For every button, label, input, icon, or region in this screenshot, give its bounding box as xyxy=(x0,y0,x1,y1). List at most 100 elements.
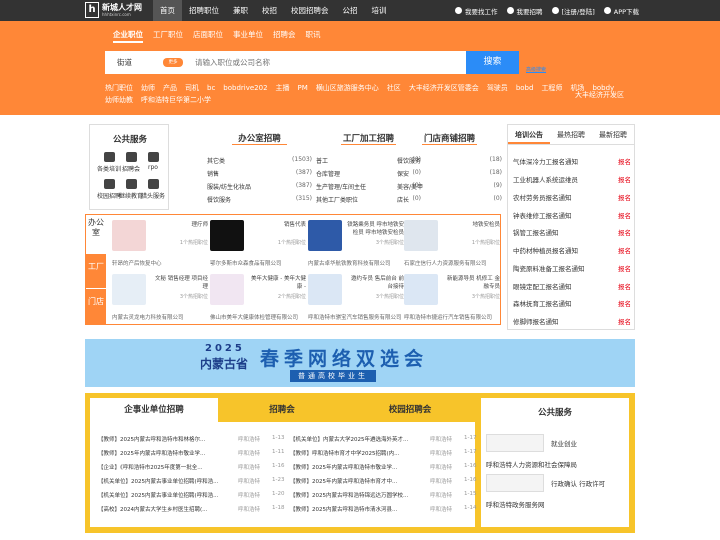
hr-bureau-logo[interactable] xyxy=(486,434,544,452)
location-select[interactable]: 街道 xyxy=(117,51,132,74)
employment-link[interactable]: 就业创业 xyxy=(551,438,577,448)
hot-keyword[interactable]: 社区 xyxy=(387,82,401,94)
hot-keyword[interactable]: bc xyxy=(207,82,215,94)
nav-public[interactable]: 公招 xyxy=(336,0,365,21)
hot-keyword[interactable]: 呼和浩特巨华第二小学 xyxy=(141,94,211,106)
list-item[interactable]: 【教师】2025年内蒙古呼和浩特市敬业学... 呼和浩特 1-11 xyxy=(98,449,288,457)
app-download-link[interactable]: APP下载 xyxy=(603,6,639,16)
advanced-search-link[interactable]: 高级搜索 xyxy=(526,66,546,73)
side-tab-office[interactable]: 办公室 xyxy=(86,215,106,253)
banner-region: 内蒙古省 xyxy=(200,357,249,371)
hot-keyword[interactable]: 横山区旅游服务中心 xyxy=(316,82,379,94)
list-item[interactable]: 【机关单位】内蒙古大学2025年遴选海外英才... 呼和浩特 1-17 xyxy=(290,435,480,443)
gov-service-link[interactable]: 呼和浩特政务服务网 xyxy=(486,499,545,509)
list-item[interactable]: 工业机器人系统运维员 报名 xyxy=(513,174,631,184)
list-item[interactable]: 餐饮服务 (18) xyxy=(397,156,502,165)
tab-public-units[interactable]: 事业单位 xyxy=(233,29,263,43)
hot-keyword[interactable]: 主播 xyxy=(276,82,290,94)
list-item[interactable]: 【教师】2025内蒙古呼和浩特市和林格尔... 呼和浩特 1-13 xyxy=(98,435,288,443)
tab-campus-fairs[interactable]: 校园招聘会 xyxy=(346,398,474,422)
hot-keyword[interactable]: 幼师幼教 xyxy=(105,94,133,106)
side-tab-factory[interactable]: 工厂 xyxy=(86,254,106,288)
gov-service-logo[interactable] xyxy=(486,474,544,492)
list-item[interactable]: 森林抚育工报名通知 报名 xyxy=(513,298,631,308)
list-item[interactable]: 陶瓷原料准备工报名通知 报名 xyxy=(513,263,631,273)
site-logo[interactable]: h 新城人才网 hhhtxinrc.com xyxy=(85,2,153,19)
find-job-link[interactable]: 我要找工作 xyxy=(455,6,498,16)
hot-keyword[interactable]: 产品 xyxy=(163,82,177,94)
employer-card[interactable]: 邀约专员 售后前台 前台接待 3个热招职位 呼和浩特市骐宝汽车销售服务有限公司 xyxy=(306,271,404,323)
hot-keyword[interactable]: 大丰经济开发区管委会 xyxy=(409,82,479,94)
list-item[interactable]: 【高校】2024内蒙古大学生乡村医生招聘(... 呼和浩特 1-18 xyxy=(98,505,288,513)
tab-fairs[interactable]: 招聘会 xyxy=(218,398,346,422)
nav-training[interactable]: 培训 xyxy=(365,0,394,21)
list-item[interactable]: 【企业】《呼和浩特市2025年度第一批全... 呼和浩特 1-16 xyxy=(98,463,288,471)
list-item[interactable]: 农村劳务员报名通知 报名 xyxy=(513,192,631,202)
recruit-link[interactable]: 我要招聘 xyxy=(506,6,543,16)
hot-keyword[interactable]: 司机 xyxy=(185,82,199,94)
featured-employers: 办公室 工厂 门店 理疗师 1个热招职位 轩昂的产后恢复中心 销售代表 1个热招… xyxy=(85,214,501,325)
list-item[interactable]: 【教师】2025内蒙古呼和浩特锦远达万圆学校... 呼和浩特 1-15 xyxy=(290,491,480,499)
list-item[interactable]: 【教师】2025年内蒙古呼和浩特市敬业学... 呼和浩特 1-16 xyxy=(290,463,480,471)
employer-card[interactable]: 新能源导员 机修工 金融专员 3个热招职位 呼和浩特市捷运行汽车销售有限公司 xyxy=(402,271,500,323)
employer-card[interactable]: 文秘 销售经理 项目经理 3个热招职位 内蒙古灵龙电力科技有限公司 xyxy=(110,271,208,323)
tab-hot-jobs[interactable]: 最热招聘 xyxy=(550,125,592,144)
hot-keyword-extra[interactable]: 大丰经济开发区 xyxy=(575,90,624,100)
list-item[interactable]: 【教师】呼和浩特市育才中学2025招聘(内... 呼和浩特 1-17 xyxy=(290,449,480,457)
hot-keywords: 热门职位 幼师 产品 司机 bc bobdrive202 主播 PM 横山区旅游服务中心 社区 大丰… xyxy=(105,82,635,106)
service-headhunt[interactable]: 猎头服务 xyxy=(138,179,168,200)
employer-card[interactable]: 销售代表 1个热招职位 鄂尔多斯市众森食品有限公司 xyxy=(208,217,306,269)
hot-keyword[interactable]: 工程师 xyxy=(541,82,562,94)
announcement-tabs: 培训公告 最热招聘 最新招聘 xyxy=(508,125,634,145)
employer-card[interactable]: 地铁安检员 1个热招职位 石家庄信行人力资源服务有限公司 xyxy=(402,217,500,269)
hot-keyword[interactable]: bobd xyxy=(516,82,534,94)
tab-public-recruit[interactable]: 企事业单位招聘 xyxy=(90,398,218,422)
list-item[interactable]: 餐饮服务 (315) xyxy=(207,195,312,204)
search-input[interactable] xyxy=(195,51,475,74)
tab-training-notice[interactable]: 培训公告 xyxy=(508,125,550,144)
job-fair-banner[interactable]: 2025 内蒙古省 春季网络双选会 普通高校毕业生 xyxy=(85,339,635,387)
list-item[interactable]: 服装/纺生化妆品 (387) xyxy=(207,182,312,191)
list-item[interactable]: 保安 (18) xyxy=(397,169,502,178)
employer-card[interactable]: 理疗师 1个热招职位 轩昂的产后恢复中心 xyxy=(110,217,208,269)
hot-keyword[interactable]: 驾驶员 xyxy=(487,82,508,94)
nav-parttime[interactable]: 兼职 xyxy=(226,0,255,21)
nav-jobs[interactable]: 招聘职位 xyxy=(182,0,226,21)
hot-keyword[interactable]: PM xyxy=(298,82,308,94)
hot-keyword[interactable]: 幼师 xyxy=(141,82,155,94)
admin-permit-link[interactable]: 行政确认 行政许可 xyxy=(551,478,605,488)
nav-campus[interactable]: 校招 xyxy=(255,0,284,21)
hot-keyword[interactable]: bobdrive202 xyxy=(223,82,267,94)
login-link[interactable]: [注册/登陆] xyxy=(551,6,595,16)
list-item[interactable]: 眼镜定配工报名通知 报名 xyxy=(513,281,631,291)
nav-campus-fair[interactable]: 校园招聘会 xyxy=(284,0,336,21)
service-rpo[interactable]: rpo xyxy=(138,152,168,171)
employer-card[interactable]: 美年大健康 - 美年大健康 - 2个热招职位 佛山市美年大健康体检管理有限公司 xyxy=(208,271,306,323)
list-item[interactable]: 气体深冷力工报名通知 报名 xyxy=(513,156,631,166)
list-item[interactable]: 修脚师报名通知 报名 xyxy=(513,316,631,326)
side-tab-store[interactable]: 门店 xyxy=(86,289,106,324)
location-more-tag[interactable]: 更多 xyxy=(163,58,183,67)
list-item[interactable]: 【教师】2025年内蒙古呼和浩特市育才中... 呼和浩特 1-16 xyxy=(290,477,480,485)
logo-mark: h xyxy=(85,2,99,18)
tab-store-jobs[interactable]: 店面职位 xyxy=(193,29,223,43)
tab-job-fair[interactable]: 招聘会 xyxy=(273,29,296,43)
list-item[interactable]: 其它类 (1503) xyxy=(207,156,312,165)
list-item[interactable]: 【教师】2025内蒙古呼和浩特市清水河县... 呼和浩特 1-14 xyxy=(290,505,480,513)
tab-news[interactable]: 职讯 xyxy=(306,29,321,43)
hr-bureau-link[interactable]: 呼和浩特人力资源和社会保障局 xyxy=(486,459,577,469)
tab-factory-jobs[interactable]: 工厂职位 xyxy=(153,29,183,43)
list-item[interactable]: 【机关单位】2025内蒙古事业单位招聘(呼和浩... 呼和浩特 1-20 xyxy=(98,491,288,499)
list-item[interactable]: 【机关单位】2025内蒙古事业单位招聘(呼和浩... 呼和浩特 1-23 xyxy=(98,477,288,485)
list-item[interactable]: 销售 (387) xyxy=(207,169,312,178)
tab-new-jobs[interactable]: 最新招聘 xyxy=(592,125,634,144)
nav-home[interactable]: 首页 xyxy=(153,0,182,21)
employer-card[interactable]: 铁路乘务员 呼市地铁安检员 呼市地铁安检员 3个热招职位 内蒙古卓华航铁教育科技… xyxy=(306,217,404,269)
tab-company-jobs[interactable]: 企业职位 xyxy=(113,29,143,43)
list-item[interactable]: 中药材种植员报名通知 报名 xyxy=(513,245,631,255)
list-item[interactable]: 店长 (0) xyxy=(397,195,502,204)
list-item[interactable]: 美容/美甲 (9) xyxy=(397,182,502,191)
list-item[interactable]: 钟表维修工报名通知 报名 xyxy=(513,210,631,220)
list-item[interactable]: 锅管工报名通知 报名 xyxy=(513,227,631,237)
search-button[interactable]: 搜索 xyxy=(466,51,519,74)
